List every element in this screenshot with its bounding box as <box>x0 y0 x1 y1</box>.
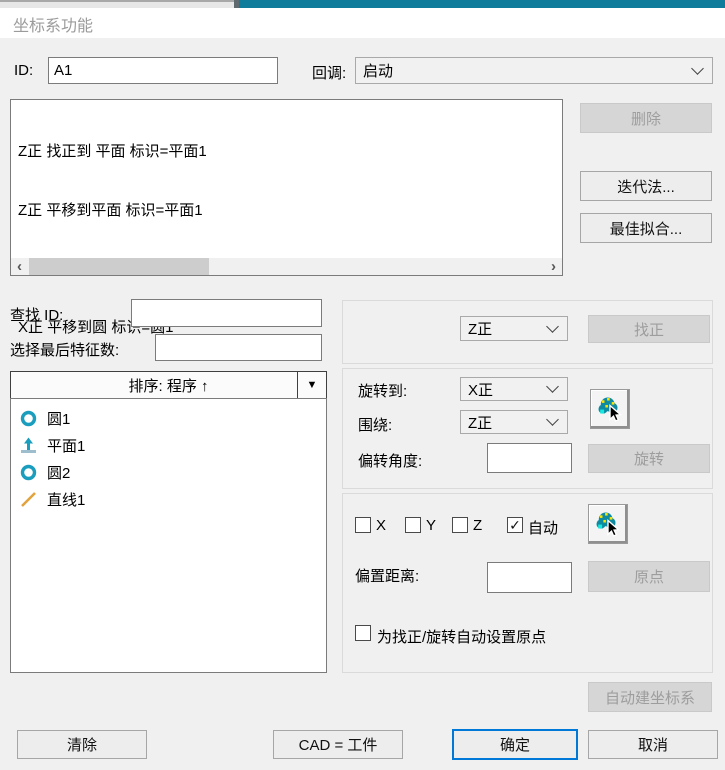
feature-label: 圆1 <box>47 408 70 429</box>
list-item[interactable]: 直线1 <box>11 486 326 513</box>
scrollbar-thumb[interactable] <box>29 258 209 275</box>
around-value: Z正 <box>468 412 492 433</box>
cad-equals-workpiece-button[interactable]: CAD = 工件 <box>273 730 403 759</box>
horizontal-scrollbar[interactable]: ‹ › <box>11 258 562 275</box>
list-item[interactable]: 圆2 <box>11 459 326 486</box>
sort-header-label: 排序: 程序 ↑ <box>128 375 208 396</box>
sort-dropdown-icon[interactable]: ▼ <box>297 372 326 398</box>
callback-label: 回调: <box>312 62 346 83</box>
auto-origin-checkbox[interactable] <box>355 625 371 641</box>
cancel-button[interactable]: 取消 <box>588 730 718 759</box>
y-checkbox-label: Y <box>426 517 436 534</box>
align-axis-value: Z正 <box>468 318 492 339</box>
callback-select[interactable]: 启动 <box>355 57 713 84</box>
origin-button[interactable]: 原点 <box>588 561 710 592</box>
x-checkbox[interactable] <box>355 517 371 533</box>
line-icon <box>20 491 37 508</box>
alignment-command-list[interactable]: Z正 找正到 平面 标识=平面1 Z正 平移到平面 标识=平面1 X正 旋转到 … <box>10 99 563 276</box>
find-id-input[interactable] <box>131 299 322 327</box>
auto-create-cs-button[interactable]: 自动建坐标系 <box>588 682 712 712</box>
pick-origin-button[interactable] <box>588 504 628 544</box>
check-icon: ✓ <box>509 518 521 532</box>
chevron-down-icon <box>691 62 704 75</box>
feature-label: 直线1 <box>47 489 85 510</box>
align-button[interactable]: 找正 <box>588 315 710 343</box>
chevron-down-icon <box>546 320 559 333</box>
pick-feature-icon <box>593 509 623 539</box>
plane-icon <box>20 437 37 454</box>
feature-label: 平面1 <box>47 435 85 456</box>
list-item[interactable]: 平面1 <box>11 432 326 459</box>
dialog-title: 坐标系功能 <box>13 12 93 36</box>
last-features-input[interactable] <box>155 334 322 361</box>
id-input[interactable] <box>48 57 278 84</box>
chevron-down-icon <box>546 413 559 426</box>
circle-icon <box>20 410 37 427</box>
scroll-left-icon[interactable]: ‹ <box>11 258 28 275</box>
alignment-line[interactable]: Z正 找正到 平面 标识=平面1 <box>18 142 555 162</box>
offset-input[interactable] <box>487 562 572 593</box>
auto-checkbox[interactable]: ✓ <box>507 517 523 533</box>
around-select[interactable]: Z正 <box>460 410 568 434</box>
find-id-label: 查找 ID: <box>10 304 63 325</box>
offset-label: 偏置距离: <box>355 565 419 586</box>
delete-button[interactable]: 删除 <box>580 103 712 133</box>
chevron-down-icon <box>546 380 559 393</box>
x-checkbox-label: X <box>376 517 386 534</box>
rotate-to-value: X正 <box>468 379 493 400</box>
list-item[interactable]: 圆1 <box>11 405 326 432</box>
auto-checkbox-label: 自动 <box>528 517 558 538</box>
background-window-strip <box>0 0 234 8</box>
dialog-titlebar: 坐标系功能 <box>0 8 725 38</box>
callback-value: 启动 <box>363 60 393 81</box>
z-checkbox-label: Z <box>473 517 482 534</box>
sort-header[interactable]: 排序: 程序 ↑ ▼ <box>10 371 327 399</box>
iteration-button[interactable]: 迭代法... <box>580 171 712 201</box>
z-checkbox[interactable] <box>452 517 468 533</box>
last-features-label: 选择最后特征数: <box>10 339 119 360</box>
alignment-line[interactable]: Z正 平移到平面 标识=平面1 <box>18 201 555 221</box>
around-label: 围绕: <box>358 414 392 435</box>
rotate-to-label: 旋转到: <box>358 380 407 401</box>
rotate-to-select[interactable]: X正 <box>460 377 568 401</box>
feature-label: 圆2 <box>47 462 70 483</box>
angle-input[interactable] <box>487 443 572 473</box>
id-label: ID: <box>14 62 33 79</box>
feature-list[interactable]: 圆1 平面1 圆2 直线1 <box>10 398 327 673</box>
ok-button[interactable]: 确定 <box>452 729 578 760</box>
auto-origin-label: 为找正/旋转自动设置原点 <box>377 626 546 647</box>
best-fit-button[interactable]: 最佳拟合... <box>580 213 712 243</box>
pick-feature-button[interactable] <box>590 389 630 429</box>
coordinate-system-dialog: 坐标系功能 ID: 回调: 启动 Z正 找正到 平面 标识=平面1 Z正 平移到… <box>0 0 725 770</box>
circle-icon <box>20 464 37 481</box>
angle-label: 偏转角度: <box>358 450 422 471</box>
app-accent-strip <box>239 0 725 8</box>
scroll-right-icon[interactable]: › <box>545 258 562 275</box>
align-axis-select[interactable]: Z正 <box>460 316 568 341</box>
clear-button[interactable]: 清除 <box>17 730 147 759</box>
y-checkbox[interactable] <box>405 517 421 533</box>
pick-feature-icon <box>595 394 625 424</box>
rotate-button[interactable]: 旋转 <box>588 444 710 473</box>
